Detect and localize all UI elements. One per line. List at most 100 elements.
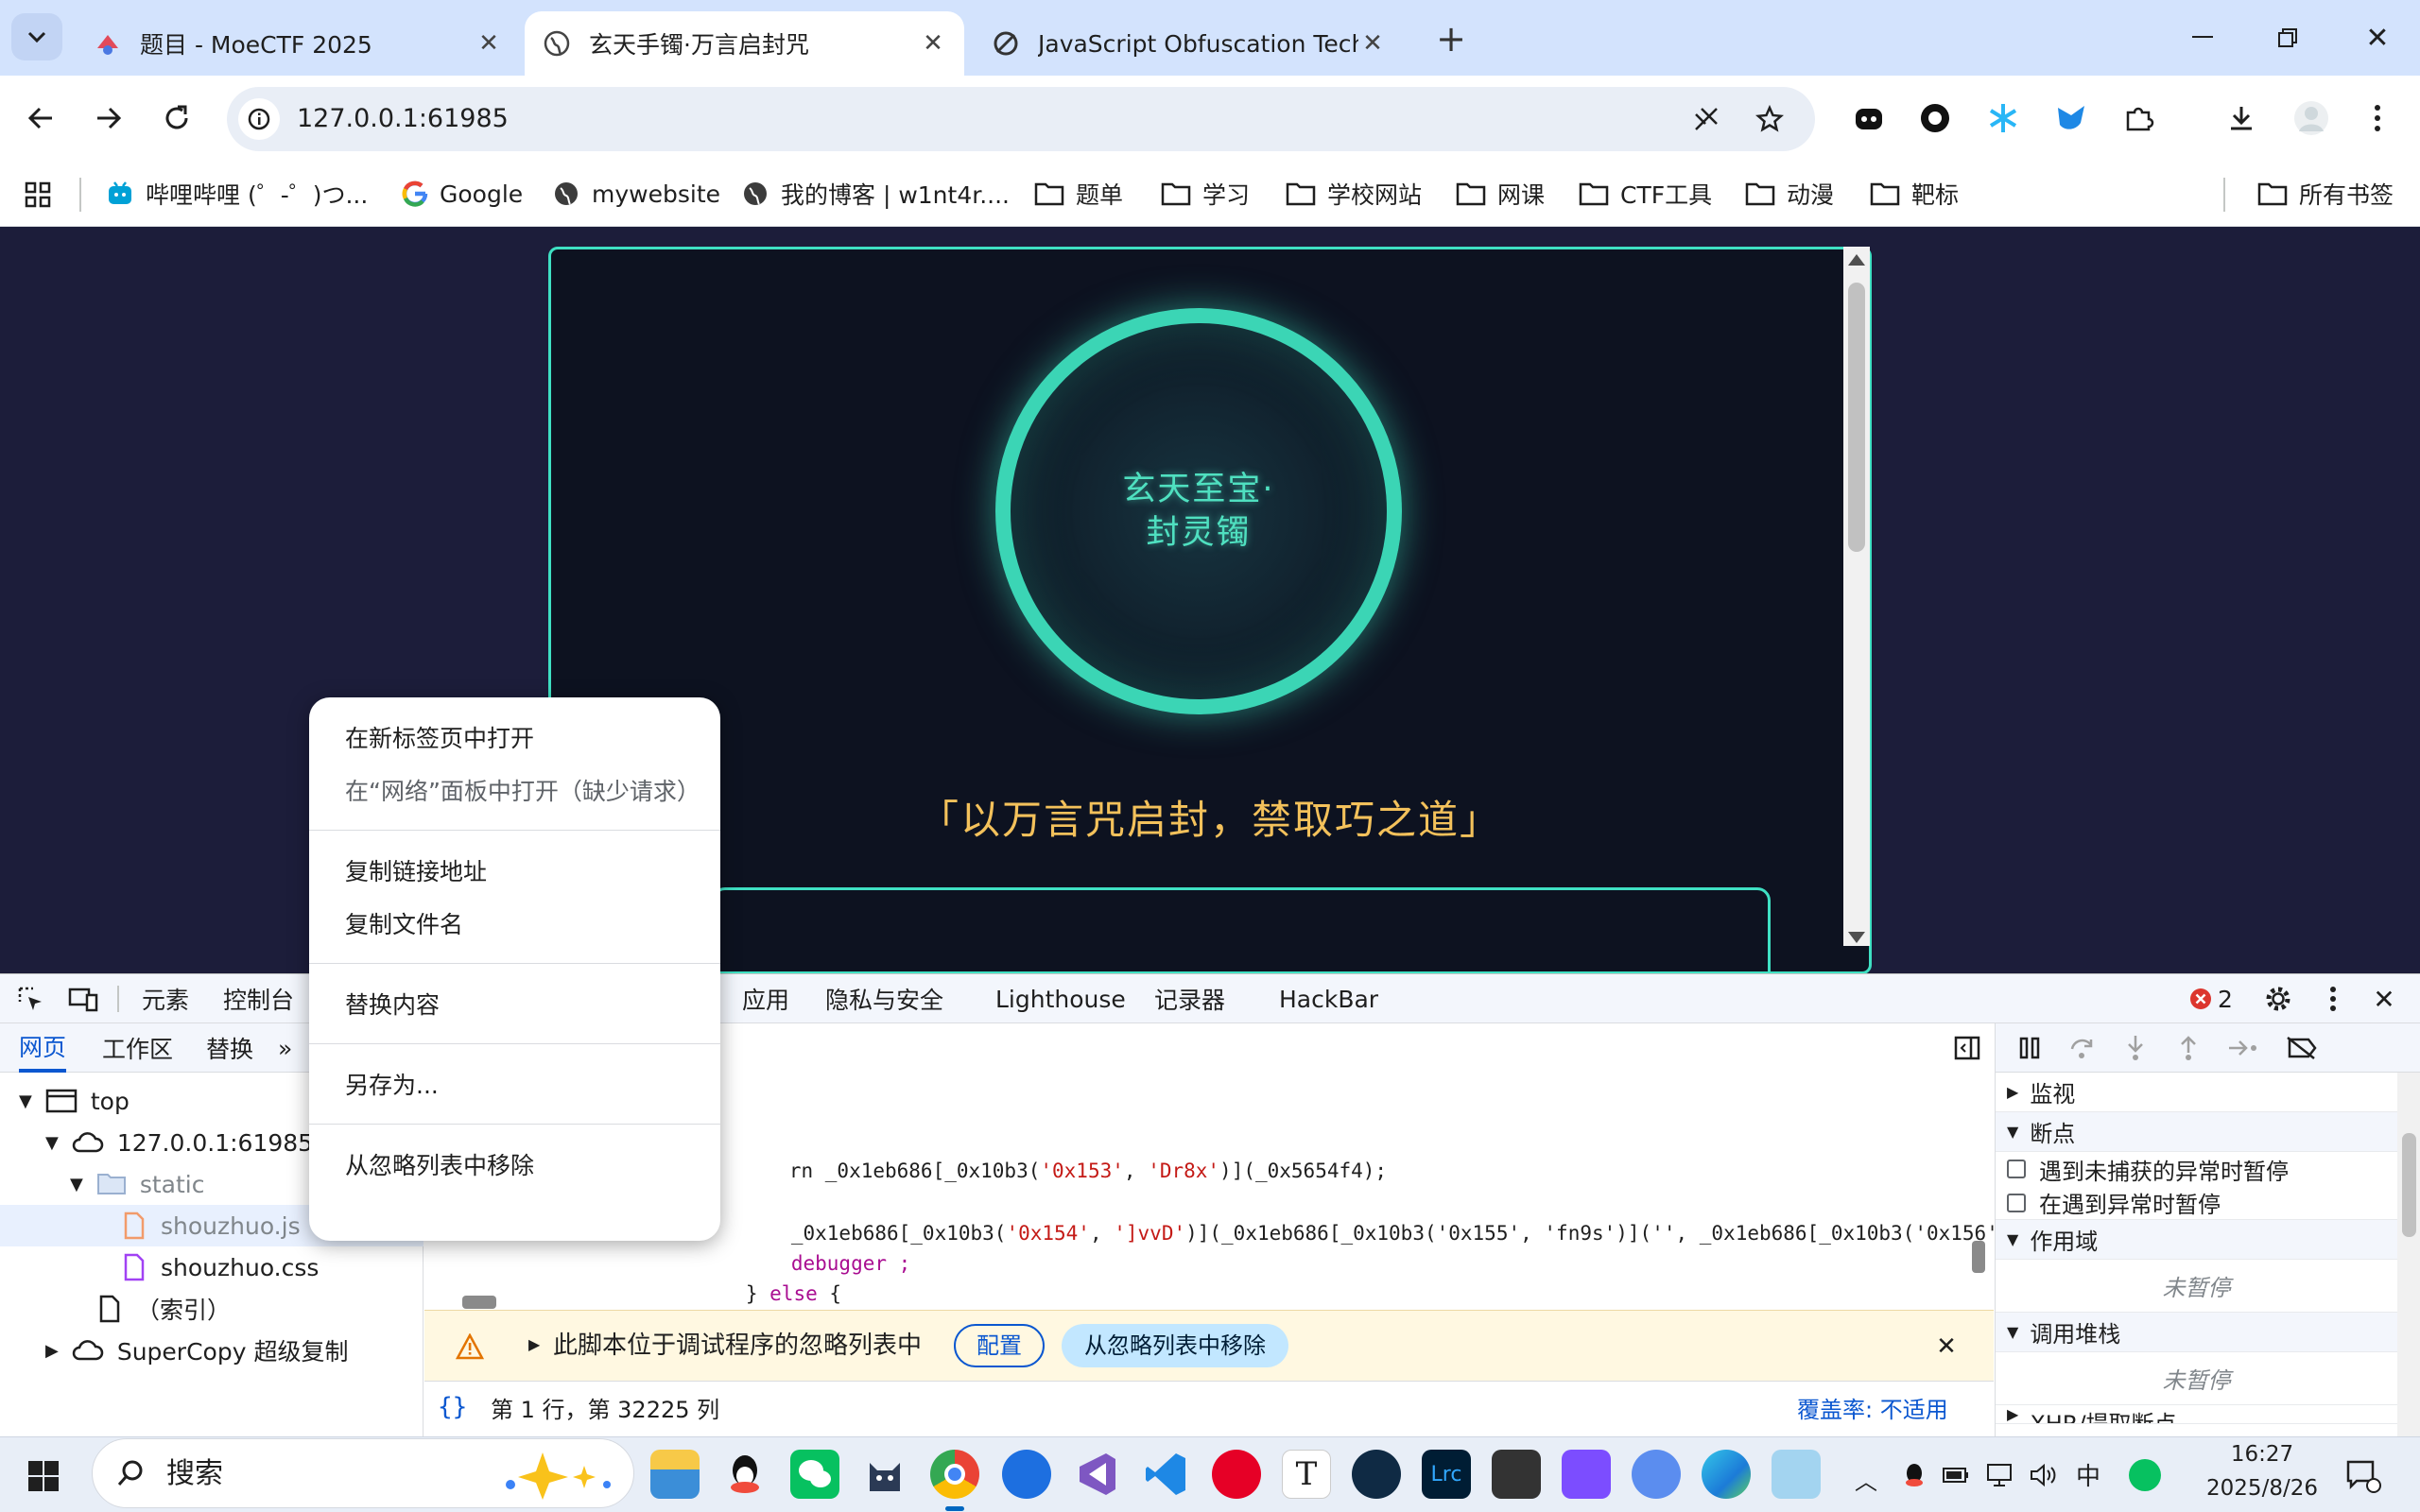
scroll-down-arrow-icon[interactable] xyxy=(1848,932,1865,943)
tab-recorder[interactable]: 记录器 xyxy=(1154,974,1225,1023)
bookmark-folder[interactable]: CTF工具 xyxy=(1579,161,1712,227)
vscode-icon[interactable] xyxy=(1142,1450,1191,1499)
all-bookmarks[interactable]: 所有书签 xyxy=(2257,161,2394,227)
checkbox-pause-uncaught[interactable]: 遇到未捕获的异常时暂停 xyxy=(1996,1152,2397,1186)
pause-icon[interactable] xyxy=(2013,1031,2047,1065)
clock-date[interactable]: 2025/8/26 xyxy=(2191,1476,2333,1501)
bookmark-google[interactable]: Google xyxy=(402,161,523,227)
bookmark-folder[interactable]: 靶标 xyxy=(1870,161,1959,227)
tab-hackbar[interactable]: HackBar xyxy=(1279,974,1378,1023)
tree-node-css-file[interactable]: shouzhuo.css xyxy=(123,1246,319,1288)
tree-node-top[interactable]: ▼ top xyxy=(19,1080,130,1122)
translate-off-icon[interactable] xyxy=(1687,100,1725,138)
close-tab-icon[interactable]: ✕ xyxy=(919,29,947,58)
tab-console[interactable]: 控制台 xyxy=(223,974,294,1023)
tab-moectf[interactable]: 题目 - MoeCTF 2025 ✕ xyxy=(76,11,520,76)
bookmark-mywebsite[interactable]: mywebsite xyxy=(552,161,720,227)
close-tab-icon[interactable]: ✕ xyxy=(475,29,503,58)
chrome-alt-icon[interactable] xyxy=(1632,1450,1681,1499)
tab-obfuscation[interactable]: JavaScript Obfuscation Techn ✕ xyxy=(974,11,1404,76)
minimize-icon[interactable] xyxy=(2179,19,2226,57)
section-watch[interactable]: ▶ 监视 xyxy=(1996,1073,2397,1112)
app-square-icon[interactable] xyxy=(1492,1450,1541,1499)
tree-node-extension[interactable]: ▶ SuperCopy 超级复制 xyxy=(45,1330,348,1371)
typora-icon[interactable]: T xyxy=(1282,1450,1331,1499)
taskbar-search[interactable]: 搜索 xyxy=(92,1438,634,1508)
tree-node-index[interactable]: （索引） xyxy=(98,1288,231,1330)
tray-chevron-icon[interactable]: ︿ xyxy=(1855,1463,1877,1496)
download-icon[interactable] xyxy=(2221,98,2261,138)
step-over-icon[interactable] xyxy=(2066,1031,2100,1065)
qq-icon[interactable] xyxy=(720,1450,769,1499)
lightroom-icon[interactable]: Lrc xyxy=(1422,1450,1471,1499)
section-call-stack[interactable]: ▼ 调用堆栈 xyxy=(1996,1313,2397,1352)
debugger-scrollbar-thumb[interactable] xyxy=(2402,1133,2416,1237)
tab-active[interactable]: 玄天手镯·万言启封咒 ✕ xyxy=(525,11,964,76)
close-window-icon[interactable]: ✕ xyxy=(2354,19,2401,57)
configure-button[interactable]: 配置 xyxy=(954,1324,1045,1367)
error-counter[interactable]: 2 xyxy=(2189,974,2233,1023)
deactivate-breakpoints-icon[interactable] xyxy=(2283,1031,2321,1065)
app-icon[interactable] xyxy=(1002,1450,1051,1499)
ime-indicator[interactable]: 中 xyxy=(2076,1457,2100,1492)
battery-icon[interactable] xyxy=(1942,1461,1970,1489)
coverage-status[interactable]: 覆盖率: 不适用 xyxy=(1797,1382,1948,1438)
tab-overrides[interactable]: 替换 xyxy=(206,1023,253,1073)
clock-time[interactable]: 16:27 xyxy=(2220,1442,2305,1467)
inspect-element-icon[interactable] xyxy=(13,982,47,1016)
editor-hscroll-thumb[interactable] xyxy=(462,1296,496,1309)
devtools-menu-icon[interactable] xyxy=(2316,982,2350,1016)
bookmark-star-icon[interactable] xyxy=(1751,100,1789,138)
bookmark-folder[interactable]: 学习 xyxy=(1161,161,1250,227)
netease-music-icon[interactable] xyxy=(1212,1450,1261,1499)
file-explorer-icon[interactable] xyxy=(650,1450,700,1499)
section-breakpoints[interactable]: ▼ 断点 xyxy=(1996,1112,2397,1152)
notifications-icon[interactable] xyxy=(2342,1455,2384,1497)
apps-grid-icon[interactable] xyxy=(19,176,57,214)
spell-input-box[interactable] xyxy=(712,887,1771,971)
editor-scrollbar-thumb[interactable] xyxy=(1972,1241,1985,1273)
bookmark-folder[interactable]: 动漫 xyxy=(1745,161,1834,227)
windows-start-icon[interactable] xyxy=(25,1457,62,1495)
bookmark-folder[interactable]: 网课 xyxy=(1456,161,1545,227)
tab-privacy-security[interactable]: 隐私与安全 xyxy=(825,974,943,1023)
reload-icon[interactable] xyxy=(155,96,199,140)
editor-horizontal-scrollbar[interactable] xyxy=(434,1290,1956,1311)
tree-node-host[interactable]: ▼ 127.0.0.1:61985 xyxy=(45,1122,313,1163)
extension-snowflake-icon[interactable] xyxy=(1983,98,2023,138)
tab-workspace[interactable]: 工作区 xyxy=(102,1023,173,1073)
tab-elements[interactable]: 元素 xyxy=(142,974,189,1023)
menu-open-network[interactable]: 在“网络”面板中打开（缺少请求） xyxy=(345,764,700,816)
debugger-scrollbar[interactable] xyxy=(2397,1073,2420,1437)
bookmark-bilibili[interactable]: 哔哩哔哩 (゜-゜)つ... xyxy=(106,161,368,227)
device-toolbar-icon[interactable] xyxy=(66,982,100,1016)
url-text[interactable]: 127.0.0.1:61985 xyxy=(297,87,509,151)
profile-avatar-icon[interactable] xyxy=(2290,96,2333,140)
extension-game-icon[interactable] xyxy=(1849,98,1889,138)
menu-override-content[interactable]: 替换内容 xyxy=(345,977,684,1030)
tab-lighthouse[interactable]: Lighthouse xyxy=(995,974,1126,1023)
expand-warning-icon[interactable]: ▶ xyxy=(528,1335,540,1353)
restore-icon[interactable] xyxy=(2264,19,2311,57)
menu-remove-ignore[interactable]: 从忽略列表中移除 xyxy=(345,1138,684,1191)
menu-copy-link[interactable]: 复制链接地址 xyxy=(345,844,684,897)
tray-qq-icon[interactable] xyxy=(1900,1461,1928,1489)
network-icon[interactable] xyxy=(1985,1461,2014,1489)
close-devtools-icon[interactable]: ✕ xyxy=(2367,982,2401,1016)
pretty-print-icon[interactable]: {} xyxy=(438,1393,467,1421)
menu-open-new-tab[interactable]: 在新标签页中打开 xyxy=(345,711,684,764)
extension-bird-icon[interactable] xyxy=(2051,98,2091,138)
scroll-up-arrow-icon[interactable] xyxy=(1848,254,1865,266)
app-bolt-icon[interactable] xyxy=(1562,1450,1611,1499)
menu-save-as[interactable]: 另存为... xyxy=(345,1057,684,1110)
settings-gear-icon[interactable] xyxy=(2261,982,2295,1016)
menu-copy-filename[interactable]: 复制文件名 xyxy=(345,897,684,950)
volume-icon[interactable] xyxy=(2029,1461,2057,1489)
browser-menu-icon[interactable] xyxy=(2358,98,2397,138)
chrome-icon[interactable] xyxy=(930,1450,979,1499)
bookmark-blog[interactable]: 我的博客 | w1nt4r.... xyxy=(741,161,1010,227)
step-out-icon[interactable] xyxy=(2171,1031,2205,1065)
page-scrollbar-thumb[interactable] xyxy=(1848,283,1865,552)
bookmark-folder[interactable]: 学校网站 xyxy=(1286,161,1422,227)
tray-app-icon[interactable] xyxy=(2129,1459,2161,1491)
